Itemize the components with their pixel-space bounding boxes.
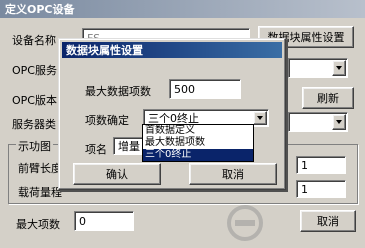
front-arm-field[interactable]: 1 [296,156,346,174]
chevron-down-icon[interactable] [332,114,346,130]
front-arm-label: 前臂长度 [18,162,62,175]
dialog-cancel-button[interactable]: 取消 [189,163,277,185]
item-name-field[interactable]: 增量 [113,137,143,155]
chevron-down-icon[interactable] [332,60,346,76]
chevron-down-icon[interactable] [253,111,267,125]
load-range-field[interactable]: 1 [296,180,346,198]
max-data-items-label: 最大数据项数 [85,85,151,98]
item-count-mode-label: 项数确定 [85,114,129,127]
max-items-label: 最大项数 [16,218,60,231]
item-name-label: 项名 [85,143,107,156]
opc-server-label: OPC服务 [12,64,57,77]
option-three-zeros-terminate[interactable]: 三个0终止 [143,149,253,161]
confirm-button[interactable]: 确认 [73,163,161,185]
watermark [226,204,360,244]
block-properties-dialog: 数据块属性设置 最大数据项数 500 项数确定 三个0终止 项名 增量 确认 取… [58,38,286,190]
logo-icon [227,205,263,241]
max-items-field[interactable]: 0 [74,211,134,231]
device-name-label: 设备名称 [12,34,56,47]
group-label: 示功图 [16,138,53,154]
window-title: 定义OPC设备 [0,0,365,18]
dialog-title: 数据块属性设置 [62,42,282,58]
refresh-button[interactable]: 刷新 [302,87,354,109]
load-range-label: 载荷量程 [18,186,62,199]
server-type-label: 服务器类 [12,118,56,131]
opc-version-label: OPC版本 [12,94,57,107]
max-data-items-field[interactable]: 500 [169,79,241,99]
option-first-data-definition[interactable]: 首数据定义 [143,125,253,137]
item-count-mode-options: 首数据定义 最大数据项数 三个0终止 [142,124,254,162]
option-max-data-items[interactable]: 最大数据项数 [143,137,253,149]
